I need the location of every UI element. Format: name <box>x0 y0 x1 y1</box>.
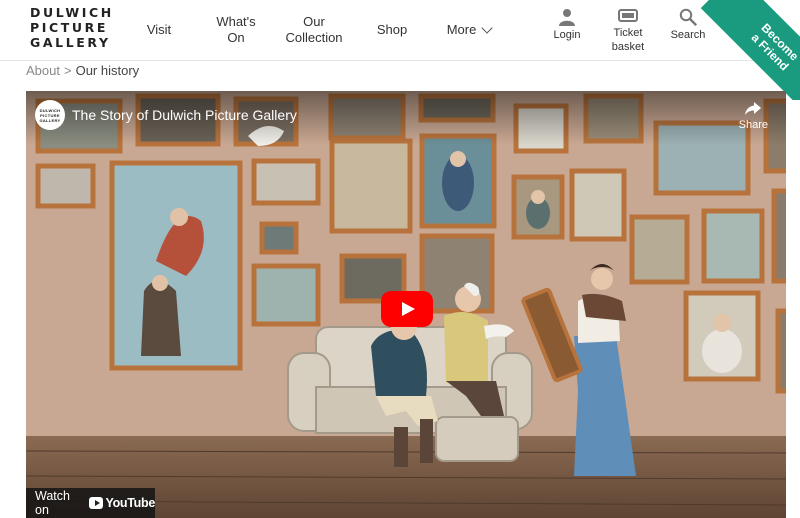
watch-on-label: Watch on <box>35 489 70 517</box>
ticket-icon <box>618 9 638 22</box>
channel-logo-line2: PICTURE <box>40 112 60 118</box>
chevron-down-icon <box>481 21 493 34</box>
nav-whats-on-line2: On <box>227 30 245 45</box>
nav-visit-label: Visit <box>146 22 172 37</box>
youtube-logo-icon <box>89 497 104 509</box>
ribbon-band: Become a Friend <box>700 0 800 100</box>
basket-line2: basket <box>611 41 645 53</box>
search-icon <box>679 8 697 26</box>
channel-avatar[interactable]: DULWICH PICTURE GALLERY <box>35 100 65 130</box>
logo-line-3: GALLERY <box>30 35 111 50</box>
video-title[interactable]: The Story of Dulwich Picture Gallery <box>72 107 297 123</box>
share-label: Share <box>738 119 768 131</box>
nav-whats-on-line1: What's <box>216 14 256 29</box>
nav-more[interactable]: More <box>438 0 500 60</box>
nav-visit[interactable]: Visit <box>130 0 188 60</box>
ticket-basket-button[interactable]: Ticket basket <box>598 8 658 54</box>
breadcrumb-current: Our history <box>75 63 140 78</box>
nav-collection-line1: Our <box>303 14 325 29</box>
play-button[interactable] <box>381 291 433 327</box>
nav-whats-on[interactable]: What's On <box>204 0 268 60</box>
channel-logo-line1: DULWICH <box>39 107 61 113</box>
watch-on-youtube-button[interactable]: Watch on YouTube <box>26 488 155 518</box>
channel-logo-line3: GALLERY <box>39 117 61 123</box>
breadcrumb-parent-link[interactable]: About <box>26 63 60 78</box>
user-icon <box>559 9 575 26</box>
youtube-wordmark: YouTube <box>105 496 155 510</box>
share-button[interactable]: Share <box>739 101 768 131</box>
nav-shop[interactable]: Shop <box>364 0 420 60</box>
logo-line-2: PICTURE <box>30 20 109 35</box>
nav-our-collection[interactable]: Our Collection <box>280 0 348 60</box>
logo-line-1: DULWICH <box>30 5 114 20</box>
site-logo[interactable]: DULWICH PICTURE GALLERY <box>30 5 114 50</box>
login-button[interactable]: Login <box>537 8 597 42</box>
video-player[interactable]: DULWICH PICTURE GALLERY The Story of Dul… <box>26 91 786 518</box>
breadcrumb-separator: > <box>63 63 72 78</box>
breadcrumb: About > Our history <box>26 63 139 78</box>
share-arrow-icon <box>745 102 762 115</box>
nav-shop-label: Shop <box>376 22 408 37</box>
login-label: Login <box>553 29 581 41</box>
become-a-friend-ribbon[interactable]: Become a Friend <box>700 0 800 100</box>
site-header: DULWICH PICTURE GALLERY Visit What's On … <box>0 0 800 61</box>
basket-line1: Ticket <box>613 27 643 39</box>
nav-collection-line2: Collection <box>285 30 343 45</box>
nav-more-label: More <box>446 22 477 37</box>
